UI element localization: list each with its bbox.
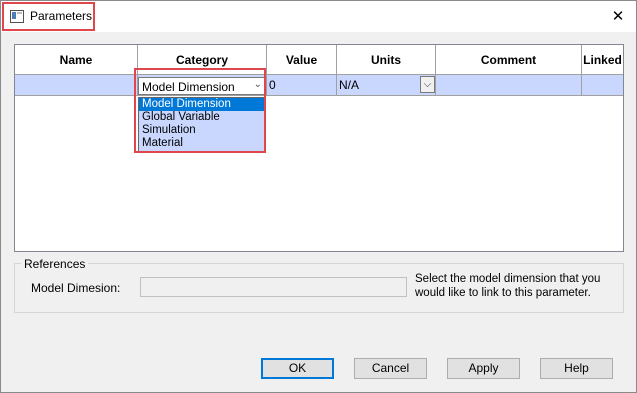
title-highlight-box	[2, 2, 95, 31]
help-button[interactable]: Help	[540, 358, 613, 379]
cell-linked[interactable]	[582, 75, 623, 95]
grid-header: Name Category Value Units Comment Linked	[15, 45, 623, 75]
cell-units[interactable]: N/A ⌵	[337, 75, 436, 95]
units-value: N/A	[339, 78, 360, 92]
parameters-grid[interactable]: Name Category Value Units Comment Linked…	[14, 44, 624, 252]
column-header-comment[interactable]: Comment	[436, 45, 582, 74]
model-dimension-hint: Select the model dimension that you woul…	[415, 273, 601, 299]
references-title: References	[21, 257, 89, 271]
title-bar: Parameters ✕	[1, 1, 636, 32]
column-header-name[interactable]: Name	[15, 45, 138, 74]
cell-comment[interactable]	[436, 75, 582, 95]
units-dropdown-chevron-icon[interactable]: ⌵	[420, 76, 435, 93]
column-header-value[interactable]: Value	[267, 45, 337, 74]
category-highlight-box	[134, 68, 266, 153]
table-row[interactable]: 0 N/A ⌵ Model Dimension ⌄	[15, 75, 623, 96]
cell-name[interactable]	[15, 75, 138, 95]
model-dimension-label: Model Dimesion:	[31, 281, 121, 295]
ok-button[interactable]: OK	[261, 358, 334, 379]
cancel-button[interactable]: Cancel	[354, 358, 427, 379]
parameters-dialog: Parameters ✕ Name Category Value Units C…	[0, 0, 637, 393]
model-dimension-field[interactable]	[140, 277, 407, 297]
close-icon[interactable]: ✕	[601, 3, 635, 30]
column-header-linked[interactable]: Linked	[582, 45, 623, 74]
column-header-units[interactable]: Units	[337, 45, 436, 74]
apply-button[interactable]: Apply	[447, 358, 520, 379]
cell-value[interactable]: 0	[267, 75, 337, 95]
